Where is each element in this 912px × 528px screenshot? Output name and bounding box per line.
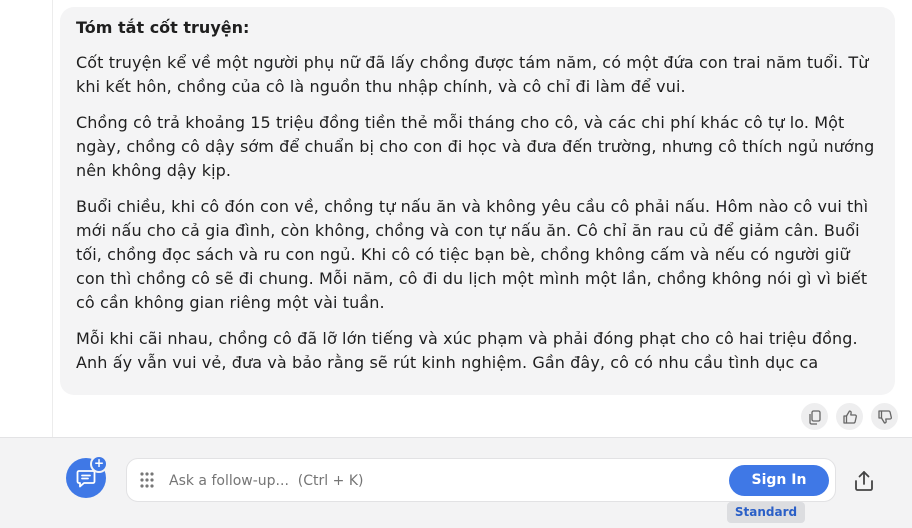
summary-paragraph: Buổi chiều, khi cô đón con về, chồng tự … bbox=[76, 197, 869, 312]
feedback-actions bbox=[801, 403, 898, 430]
thumbs-up-icon bbox=[842, 409, 857, 424]
grip-dots-icon[interactable] bbox=[139, 471, 155, 489]
sign-in-button[interactable]: Sign In bbox=[729, 465, 829, 496]
answer-card: Tóm tắt cốt truyện: Cốt truyện kể về một… bbox=[60, 7, 895, 395]
summary-paragraph: Mỗi khi cãi nhau, chồng cô đã lỡ lớn tiế… bbox=[76, 329, 858, 372]
mode-badge[interactable]: Standard bbox=[727, 502, 805, 523]
summary-title: Tóm tắt cốt truyện: bbox=[76, 18, 250, 37]
follow-up-input-box[interactable]: Sign In bbox=[126, 458, 836, 503]
share-icon[interactable] bbox=[852, 470, 876, 492]
copy-icon bbox=[808, 409, 821, 425]
follow-up-input[interactable] bbox=[167, 459, 711, 503]
thumbs-up-button[interactable] bbox=[836, 403, 863, 430]
copy-button[interactable] bbox=[801, 403, 828, 430]
thumbs-down-button[interactable] bbox=[871, 403, 898, 430]
new-thread-button[interactable]: + bbox=[66, 455, 108, 498]
summary-paragraph: Cốt truyện kể về một người phụ nữ đã lấy… bbox=[76, 53, 869, 96]
summary-paragraph: Chồng cô trả khoảng 15 triệu đồng tiền t… bbox=[76, 113, 875, 180]
left-sidebar-edge bbox=[0, 0, 53, 437]
thumbs-down-icon bbox=[877, 409, 892, 424]
plus-icon: + bbox=[90, 455, 108, 473]
